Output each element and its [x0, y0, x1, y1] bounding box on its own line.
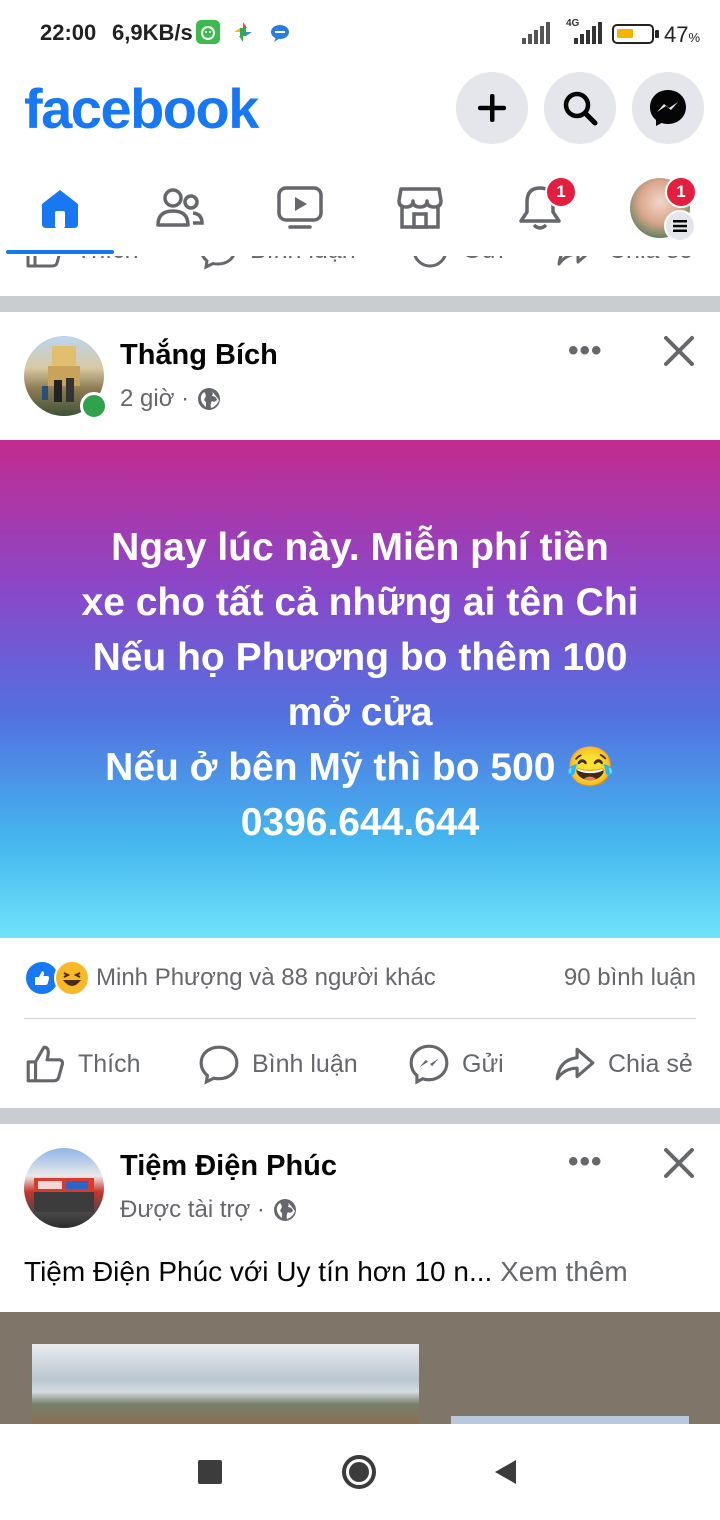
comment-button[interactable]: Bình luận	[198, 1036, 358, 1092]
see-more-link[interactable]: Xem thêm	[500, 1256, 628, 1287]
status-network-speed: 6,9KB/s	[112, 20, 193, 45]
comment-label: Bình luận	[252, 1049, 358, 1078]
search-icon	[563, 91, 598, 126]
system-nav-bar	[0, 1424, 720, 1520]
sponsor-text: Tiệm Điện Phúc với Uy tín hơn 10 n... Xe…	[24, 1256, 628, 1288]
like-icon	[26, 256, 61, 268]
previous-post-actions: Thích Bình luận Gửi Chia sẻ	[0, 256, 720, 296]
hide-ad-icon[interactable]	[662, 1146, 696, 1185]
share-icon	[555, 1047, 595, 1081]
menu-hamburger-icon	[664, 210, 696, 242]
ad-photo-carousel[interactable]	[0, 1312, 720, 1424]
prev-comment-label: Bình luận	[250, 256, 356, 265]
post-background-text[interactable]: Ngay lúc này. Miễn phí tiền xe cho tất c…	[0, 440, 720, 938]
prev-comment-button[interactable]: Bình luận	[198, 256, 356, 270]
like-icon	[26, 1045, 65, 1083]
post-time: 2 giờ ·	[120, 385, 190, 412]
share-button[interactable]: Chia sẻ	[554, 1036, 693, 1092]
reactions-summary[interactable]: Minh Phượng và 88 người khác 90 bình luậ…	[24, 960, 696, 996]
ad-photo-1[interactable]	[32, 1344, 419, 1424]
prev-like-button[interactable]: Thích	[24, 256, 139, 270]
menu-badge: 1	[665, 176, 697, 208]
share-label: Chia sẻ	[608, 1049, 693, 1078]
comments-count[interactable]: 90 bình luận	[564, 964, 696, 992]
feed-separator	[0, 296, 720, 312]
actions-divider	[24, 1018, 696, 1019]
search-button[interactable]	[544, 72, 616, 144]
sponsor-name[interactable]: Tiệm Điện Phúc	[120, 1150, 337, 1183]
comment-icon	[201, 256, 235, 270]
friends-icon	[156, 188, 204, 227]
feed-separator	[0, 1108, 720, 1124]
sponsor-options-icon[interactable]: •••	[568, 1145, 603, 1179]
reactions-text: Minh Phượng và 88 người khác	[96, 964, 436, 991]
video-icon	[277, 186, 323, 229]
battery-tip	[655, 30, 659, 38]
comment-icon	[199, 1045, 239, 1085]
home-icon	[42, 190, 78, 228]
post-options-icon[interactable]: •••	[568, 334, 603, 368]
tab-friends[interactable]	[120, 160, 240, 256]
send-button[interactable]: Gửi	[408, 1036, 504, 1092]
like-button[interactable]: Thích	[24, 1036, 141, 1092]
messenger-send-icon	[413, 256, 447, 268]
like-label: Thích	[78, 1049, 141, 1078]
home-circle-icon[interactable]	[341, 1454, 377, 1490]
app-notification-icon	[196, 20, 220, 44]
signal-icon	[520, 22, 550, 46]
tab-home[interactable]	[0, 160, 120, 256]
active-tab-indicator	[6, 250, 114, 254]
sponsor-avatar[interactable]	[24, 1148, 104, 1228]
messenger-button[interactable]	[632, 72, 704, 144]
post-body-text: Ngay lúc này. Miễn phí tiền xe cho tất c…	[81, 526, 639, 844]
globe-icon	[273, 1199, 296, 1221]
send-label: Gửi	[462, 1049, 504, 1078]
create-icon	[478, 94, 506, 122]
prev-like-label: Thích	[76, 256, 139, 265]
signal-4g-icon	[570, 22, 602, 46]
tab-menu[interactable]: 1	[600, 160, 720, 256]
chat-app-icon	[268, 22, 292, 44]
prev-send-button[interactable]: Gửi	[410, 256, 504, 270]
status-time: 22:00	[40, 20, 97, 45]
hide-post-icon[interactable]	[662, 334, 696, 373]
marketplace-icon	[397, 187, 443, 229]
messenger-send-icon	[409, 1044, 449, 1085]
create-button[interactable]	[456, 72, 528, 144]
status-bar: 22:00 6,9KB/s 4G 47%	[0, 0, 720, 70]
notification-badge: 1	[545, 176, 577, 208]
back-icon[interactable]	[494, 1459, 518, 1485]
prev-send-label: Gửi	[462, 256, 504, 265]
messenger-icon	[650, 90, 686, 126]
prev-share-label: Chia sẻ	[608, 256, 693, 265]
globe-icon	[198, 388, 221, 410]
recent-apps-icon[interactable]	[198, 1460, 222, 1484]
facebook-logo[interactable]: facebook	[24, 76, 259, 141]
share-icon	[557, 256, 588, 266]
photos-app-icon	[232, 20, 254, 44]
sponsor-meta: Được tài trợ ·	[120, 1196, 297, 1224]
sponsored-label: Được tài trợ ·	[120, 1196, 265, 1223]
main-tabs: 1 1	[0, 160, 720, 256]
online-status-indicator	[80, 392, 108, 420]
tab-marketplace[interactable]	[360, 160, 480, 256]
haha-reaction-icon	[54, 960, 90, 996]
sponsor-text-body: Tiệm Điện Phúc với Uy tín hơn 10 n...	[24, 1256, 493, 1287]
prev-share-button[interactable]: Chia sẻ	[556, 256, 693, 270]
ad-photo-2[interactable]	[451, 1416, 689, 1424]
post-author-name[interactable]: Thắng Bích	[120, 339, 278, 372]
post-meta: 2 giờ ·	[120, 385, 221, 413]
tab-notifications[interactable]: 1	[480, 160, 600, 256]
battery-percent: 47%	[664, 22, 701, 47]
battery-icon	[612, 24, 654, 44]
tab-watch[interactable]	[240, 160, 360, 256]
